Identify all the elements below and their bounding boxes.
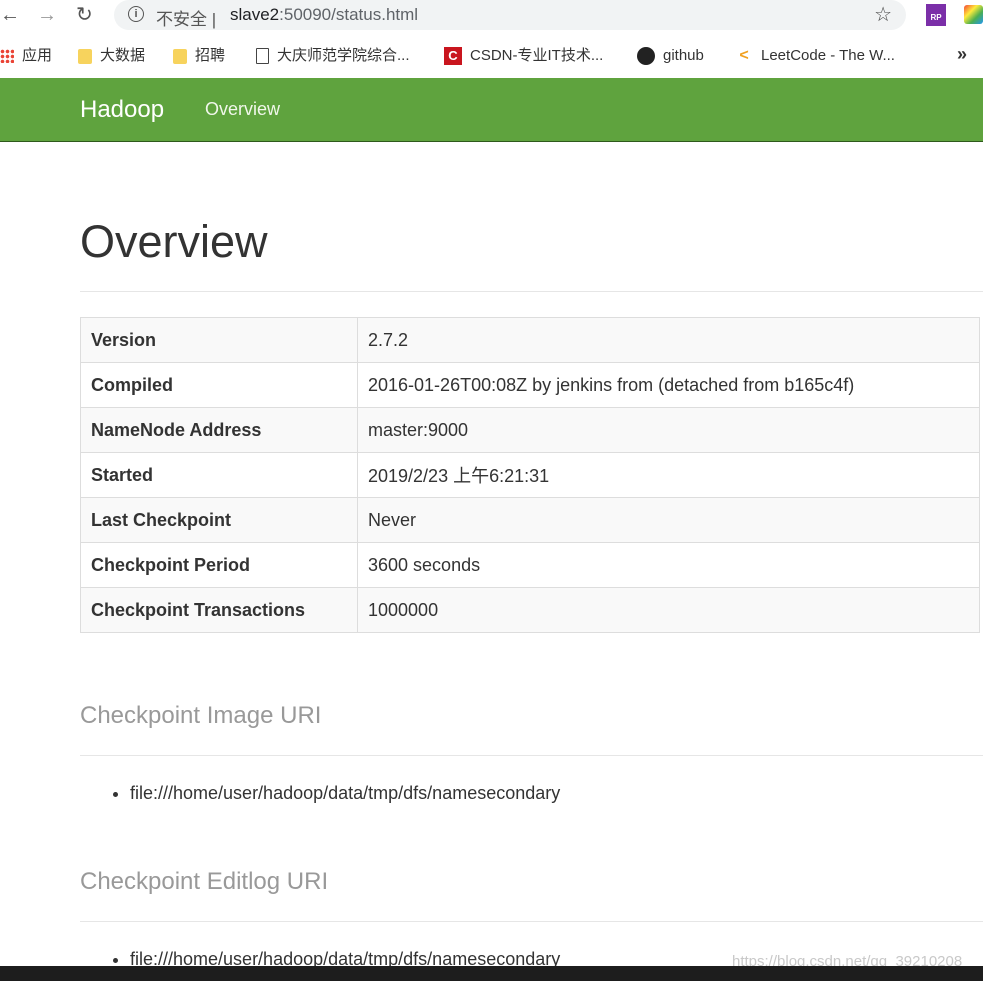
leetcode-icon: <: [739, 47, 749, 65]
row-value: 2016-01-26T00:08Z by jenkins from (detac…: [357, 362, 980, 408]
image-uri-heading: Checkpoint Image URI: [80, 702, 322, 729]
github-icon: [637, 47, 655, 66]
nav-overview-link[interactable]: Overview: [205, 99, 280, 120]
bookmark-apps[interactable]: 应用: [0, 46, 52, 66]
forward-arrow-icon[interactable]: →: [37, 3, 57, 27]
table-row: NameNode Address master:9000: [80, 407, 980, 453]
bookmark-leetcode[interactable]: < LeetCode - The W...: [735, 46, 895, 66]
row-key: Started: [80, 452, 358, 498]
bookmark-star-icon[interactable]: ☆: [874, 2, 892, 27]
bookmark-github[interactable]: github: [637, 46, 704, 66]
navbar-brand[interactable]: Hadoop: [80, 96, 164, 124]
row-value: 1000000: [357, 587, 980, 633]
row-key: Last Checkpoint: [80, 497, 358, 543]
page-icon: [256, 48, 269, 65]
address-bar[interactable]: i 不安全 | slave2:50090/status.html ☆: [114, 0, 906, 30]
more-bookmarks-icon[interactable]: »: [957, 44, 967, 65]
image-uri-list: file:///home/user/hadoop/data/tmp/dfs/na…: [80, 782, 560, 804]
os-taskbar: [0, 966, 983, 981]
row-key: Version: [80, 317, 358, 363]
row-key: NameNode Address: [80, 407, 358, 453]
row-key: Checkpoint Transactions: [80, 587, 358, 633]
table-row: Compiled 2016-01-26T00:08Z by jenkins fr…: [80, 362, 980, 408]
bookmark-jobs[interactable]: 招聘: [173, 46, 225, 66]
divider: [80, 291, 983, 292]
back-arrow-icon[interactable]: ←: [0, 3, 20, 27]
table-row: Version 2.7.2: [80, 317, 980, 363]
color-extension-icon[interactable]: [964, 5, 983, 24]
hadoop-navbar: Hadoop Overview: [0, 78, 983, 142]
divider: [80, 921, 983, 922]
row-key: Checkpoint Period: [80, 542, 358, 588]
bookmark-college[interactable]: 大庆师范学院综合...: [256, 46, 410, 66]
browser-toolbar: ← → ↻ i 不安全 | slave2:50090/status.html ☆…: [0, 0, 983, 34]
row-value: 2019/2/23 上午6:21:31: [357, 452, 980, 498]
url-text[interactable]: slave2:50090/status.html: [230, 5, 418, 25]
overview-table: Version 2.7.2 Compiled 2016-01-26T00:08Z…: [80, 317, 980, 633]
row-value: master:9000: [357, 407, 980, 453]
table-row: Started 2019/2/23 上午6:21:31: [80, 452, 980, 498]
bookmarks-bar: 应用 大数据 招聘 大庆师范学院综合... C CSDN-专业IT技术... gi…: [0, 36, 983, 76]
folder-icon: [173, 48, 187, 64]
bookmark-bigdata[interactable]: 大数据: [78, 46, 145, 66]
row-value: 3600 seconds: [357, 542, 980, 588]
row-key: Compiled: [80, 362, 358, 408]
page-title: Overview: [80, 216, 268, 267]
list-item: file:///home/user/hadoop/data/tmp/dfs/na…: [130, 782, 560, 804]
info-icon[interactable]: i: [128, 6, 144, 22]
table-row: Checkpoint Period 3600 seconds: [80, 542, 980, 588]
table-row: Checkpoint Transactions 1000000: [80, 587, 980, 633]
row-value: Never: [357, 497, 980, 543]
csdn-icon: C: [444, 47, 462, 66]
table-row: Last Checkpoint Never: [80, 497, 980, 543]
reload-icon[interactable]: ↻: [76, 3, 93, 27]
apps-grid-icon: [0, 49, 14, 64]
folder-icon: [78, 48, 92, 64]
security-label[interactable]: 不安全 |: [156, 5, 216, 30]
editlog-uri-heading: Checkpoint Editlog URI: [80, 868, 329, 895]
row-value: 2.7.2: [357, 317, 980, 363]
bookmark-csdn[interactable]: C CSDN-专业IT技术...: [444, 46, 603, 66]
divider: [80, 755, 983, 756]
rp-extension-icon[interactable]: RP: [926, 4, 946, 26]
